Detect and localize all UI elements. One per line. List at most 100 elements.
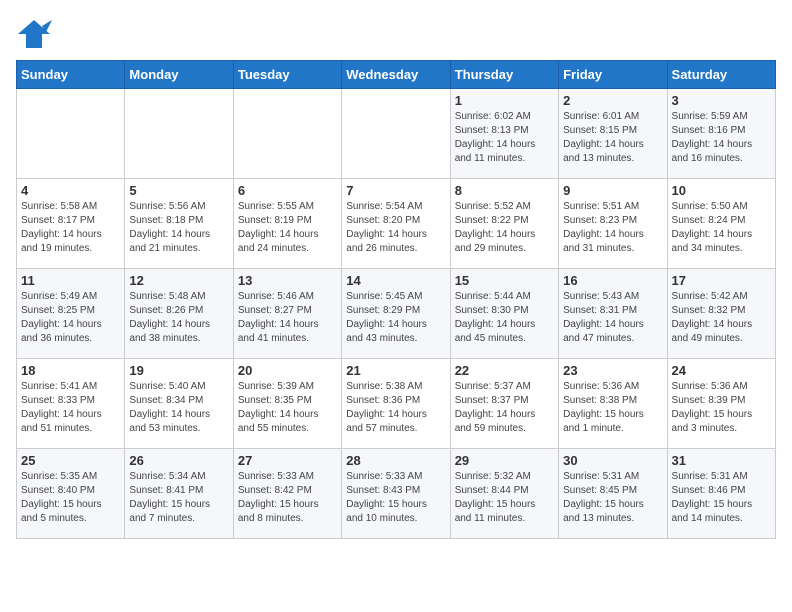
day-number: 16 [563,273,662,288]
day-info: Sunrise: 5:32 AM Sunset: 8:44 PM Dayligh… [455,470,554,526]
day-number: 29 [455,453,554,468]
day-info: Sunrise: 6:01 AM Sunset: 8:15 PM Dayligh… [563,110,662,166]
day-info: Sunrise: 5:42 AM Sunset: 8:32 PM Dayligh… [672,290,771,346]
calendar-cell [17,89,125,179]
day-number: 6 [238,183,337,198]
day-info: Sunrise: 5:34 AM Sunset: 8:41 PM Dayligh… [129,470,228,526]
header-friday: Friday [559,61,667,89]
calendar-cell: 26 Sunrise: 5:34 AM Sunset: 8:41 PM Dayli… [125,449,233,539]
day-info: Sunrise: 5:43 AM Sunset: 8:31 PM Dayligh… [563,290,662,346]
day-info: Sunrise: 5:58 AM Sunset: 8:17 PM Dayligh… [21,200,120,256]
calendar-cell: 24Sunrise: 5:36 AM Sunset: 8:39 PM Dayli… [667,359,775,449]
week-row-5: 25Sunrise: 5:35 AM Sunset: 8:40 PM Dayli… [17,449,776,539]
day-number: 27 [238,453,337,468]
calendar-cell: 28 Sunrise: 5:33 AM Sunset: 8:43 PM Dayli… [342,449,450,539]
calendar-cell: 31 Sunrise: 5:31 AM Sunset: 8:46 PM Dayli… [667,449,775,539]
calendar-cell: 22 Sunrise: 5:37 AM Sunset: 8:37 PM Dayli… [450,359,558,449]
day-number: 4 [21,183,120,198]
day-info: Sunrise: 5:52 AM Sunset: 8:22 PM Dayligh… [455,200,554,256]
day-number: 23 [563,363,662,378]
header-monday: Monday [125,61,233,89]
calendar-body: 1Sunrise: 6:02 AM Sunset: 8:13 PM Daylig… [17,89,776,539]
day-info: Sunrise: 5:40 AM Sunset: 8:34 PM Dayligh… [129,380,228,436]
header-wednesday: Wednesday [342,61,450,89]
calendar-cell: 30 Sunrise: 5:31 AM Sunset: 8:45 PM Dayli… [559,449,667,539]
calendar-cell: 7 Sunrise: 5:54 AM Sunset: 8:20 PM Daylig… [342,179,450,269]
calendar-table: SundayMondayTuesdayWednesdayThursdayFrid… [16,60,776,539]
day-number: 26 [129,453,228,468]
day-number: 25 [21,453,120,468]
logo-icon [16,16,52,52]
day-number: 31 [672,453,771,468]
day-info: Sunrise: 5:59 AM Sunset: 8:16 PM Dayligh… [672,110,771,166]
day-number: 2 [563,93,662,108]
day-info: Sunrise: 5:38 AM Sunset: 8:36 PM Dayligh… [346,380,445,436]
day-number: 17 [672,273,771,288]
day-number: 14 [346,273,445,288]
day-info: Sunrise: 5:49 AM Sunset: 8:25 PM Dayligh… [21,290,120,346]
day-info: Sunrise: 5:31 AM Sunset: 8:46 PM Dayligh… [672,470,771,526]
day-info: Sunrise: 5:31 AM Sunset: 8:45 PM Dayligh… [563,470,662,526]
day-number: 13 [238,273,337,288]
calendar-cell: 27 Sunrise: 5:33 AM Sunset: 8:42 PM Dayli… [233,449,341,539]
day-info: Sunrise: 5:55 AM Sunset: 8:19 PM Dayligh… [238,200,337,256]
calendar-cell: 6 Sunrise: 5:55 AM Sunset: 8:19 PM Daylig… [233,179,341,269]
calendar-cell: 11 Sunrise: 5:49 AM Sunset: 8:25 PM Dayli… [17,269,125,359]
day-info: Sunrise: 5:45 AM Sunset: 8:29 PM Dayligh… [346,290,445,346]
day-number: 28 [346,453,445,468]
calendar-cell: 23 Sunrise: 5:36 AM Sunset: 8:38 PM Dayli… [559,359,667,449]
day-number: 18 [21,363,120,378]
calendar-cell: 15 Sunrise: 5:44 AM Sunset: 8:30 PM Dayli… [450,269,558,359]
day-info: Sunrise: 5:33 AM Sunset: 8:43 PM Dayligh… [346,470,445,526]
calendar-cell: 17 Sunrise: 5:42 AM Sunset: 8:32 PM Dayli… [667,269,775,359]
day-number: 30 [563,453,662,468]
calendar-cell: 14 Sunrise: 5:45 AM Sunset: 8:29 PM Dayli… [342,269,450,359]
calendar-cell [342,89,450,179]
calendar-cell: 25Sunrise: 5:35 AM Sunset: 8:40 PM Dayli… [17,449,125,539]
day-number: 19 [129,363,228,378]
calendar-cell [125,89,233,179]
day-number: 12 [129,273,228,288]
header-saturday: Saturday [667,61,775,89]
calendar-cell: 2 Sunrise: 6:01 AM Sunset: 8:15 PM Daylig… [559,89,667,179]
calendar-cell: 18 Sunrise: 5:41 AM Sunset: 8:33 PM Dayli… [17,359,125,449]
calendar-cell: 4 Sunrise: 5:58 AM Sunset: 8:17 PM Daylig… [17,179,125,269]
calendar-header: SundayMondayTuesdayWednesdayThursdayFrid… [17,61,776,89]
calendar-cell: 3 Sunrise: 5:59 AM Sunset: 8:16 PM Daylig… [667,89,775,179]
header-thursday: Thursday [450,61,558,89]
day-number: 21 [346,363,445,378]
logo [16,16,56,52]
day-number: 15 [455,273,554,288]
calendar-cell: 8 Sunrise: 5:52 AM Sunset: 8:22 PM Daylig… [450,179,558,269]
day-info: Sunrise: 5:37 AM Sunset: 8:37 PM Dayligh… [455,380,554,436]
day-info: Sunrise: 5:33 AM Sunset: 8:42 PM Dayligh… [238,470,337,526]
calendar-cell: 12 Sunrise: 5:48 AM Sunset: 8:26 PM Dayli… [125,269,233,359]
day-number: 3 [672,93,771,108]
day-number: 11 [21,273,120,288]
day-info: Sunrise: 6:02 AM Sunset: 8:13 PM Dayligh… [455,110,554,166]
day-number: 24 [672,363,771,378]
day-info: Sunrise: 5:41 AM Sunset: 8:33 PM Dayligh… [21,380,120,436]
header-sunday: Sunday [17,61,125,89]
day-info: Sunrise: 5:54 AM Sunset: 8:20 PM Dayligh… [346,200,445,256]
week-row-3: 11 Sunrise: 5:49 AM Sunset: 8:25 PM Dayli… [17,269,776,359]
day-info: Sunrise: 5:56 AM Sunset: 8:18 PM Dayligh… [129,200,228,256]
day-number: 22 [455,363,554,378]
day-number: 20 [238,363,337,378]
day-number: 7 [346,183,445,198]
week-row-4: 18 Sunrise: 5:41 AM Sunset: 8:33 PM Dayli… [17,359,776,449]
day-info: Sunrise: 5:50 AM Sunset: 8:24 PM Dayligh… [672,200,771,256]
day-info: Sunrise: 5:44 AM Sunset: 8:30 PM Dayligh… [455,290,554,346]
day-info: Sunrise: 5:48 AM Sunset: 8:26 PM Dayligh… [129,290,228,346]
calendar-cell: 16 Sunrise: 5:43 AM Sunset: 8:31 PM Dayli… [559,269,667,359]
week-row-2: 4 Sunrise: 5:58 AM Sunset: 8:17 PM Daylig… [17,179,776,269]
day-info: Sunrise: 5:51 AM Sunset: 8:23 PM Dayligh… [563,200,662,256]
day-number: 8 [455,183,554,198]
calendar-cell: 5Sunrise: 5:56 AM Sunset: 8:18 PM Daylig… [125,179,233,269]
header-row: SundayMondayTuesdayWednesdayThursdayFrid… [17,61,776,89]
calendar-cell [233,89,341,179]
day-info: Sunrise: 5:39 AM Sunset: 8:35 PM Dayligh… [238,380,337,436]
calendar-cell: 29 Sunrise: 5:32 AM Sunset: 8:44 PM Dayli… [450,449,558,539]
day-info: Sunrise: 5:36 AM Sunset: 8:38 PM Dayligh… [563,380,662,436]
calendar-cell: 13Sunrise: 5:46 AM Sunset: 8:27 PM Dayli… [233,269,341,359]
